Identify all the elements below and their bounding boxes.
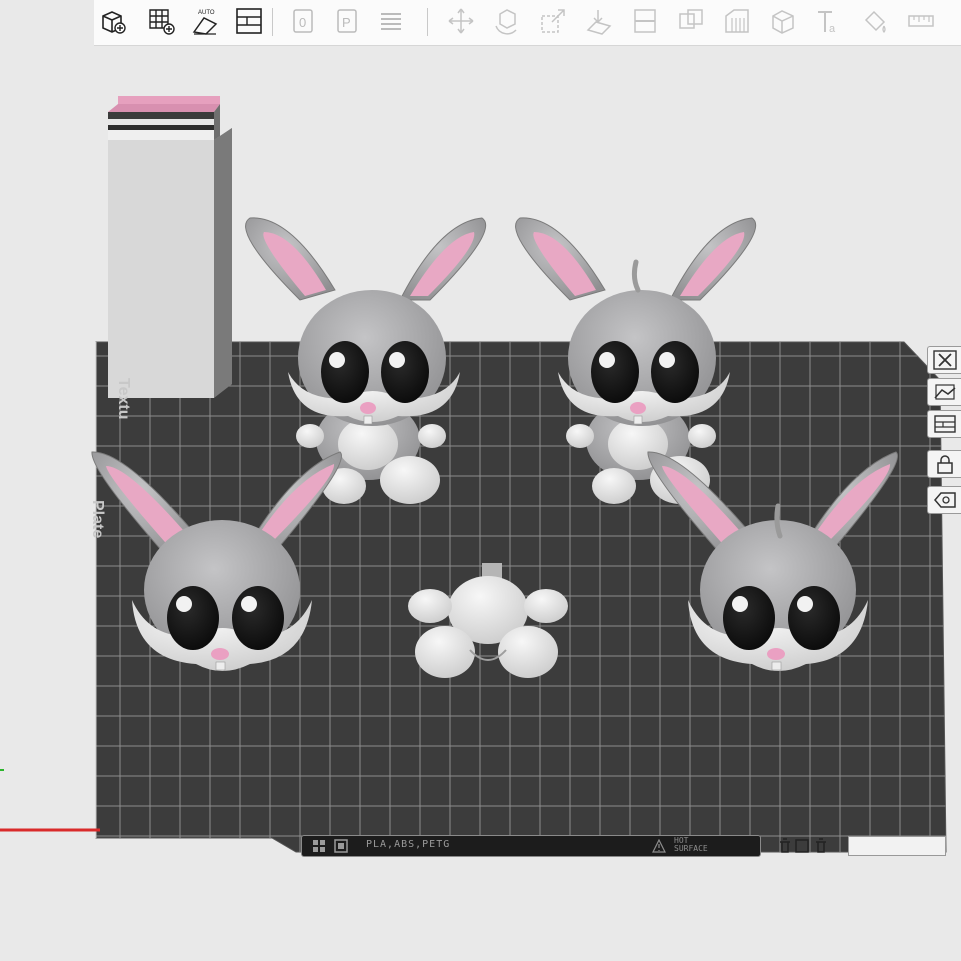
lock-button[interactable] [927,450,961,478]
camera-view-icon [934,384,956,400]
close-view-button[interactable] [927,346,961,374]
settings-tag-button[interactable] [927,486,961,514]
delete-plate-icon [780,838,790,853]
plate-texture-label: Textu [115,378,132,420]
camera-view-button[interactable] [927,378,961,406]
plate-arrange-icon [934,415,956,433]
remove-icon [816,838,826,853]
plate-arrange-button[interactable] [927,410,961,438]
filament-compat-text: PLA,ABS,PETG [366,839,451,850]
plate-select-icon [795,839,809,853]
settings-tag-icon [934,492,956,508]
close-view-icon [933,350,957,370]
plate-grid-icon [313,840,325,852]
wipe-tower[interactable] [108,96,232,398]
plate-info-bar: PLA,ABS,PETG HOT SURFACE [301,835,761,857]
plate-name-label: Plate [89,500,106,539]
scene-canvas [0,96,947,853]
hot-surface-text: HOT SURFACE [674,837,754,853]
warning-icon [652,839,666,853]
lock-icon [937,455,953,474]
plate-name-box[interactable] [848,836,946,856]
plate-extra-icons [780,838,826,853]
surface-line: SURFACE [674,844,708,853]
plate-type-icon [334,839,348,853]
